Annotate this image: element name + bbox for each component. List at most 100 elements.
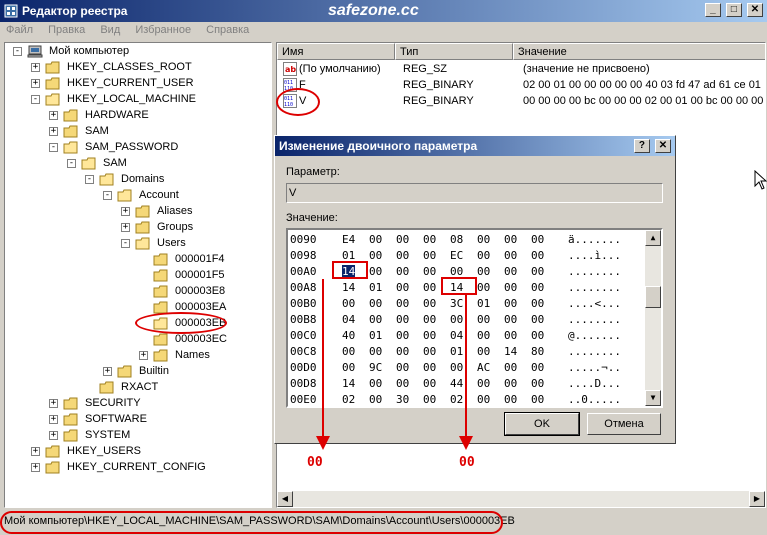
hex-byte[interactable]: 00 (450, 313, 463, 326)
close-button[interactable]: ✕ (747, 3, 763, 17)
hex-byte[interactable]: 00 (504, 313, 517, 326)
hex-byte[interactable]: 44 (450, 377, 463, 390)
scroll-down-button[interactable]: ▼ (645, 390, 661, 406)
hex-byte[interactable]: 00 (396, 313, 409, 326)
hex-byte[interactable]: 00 (396, 297, 409, 310)
menu-help[interactable]: Справка (200, 22, 255, 36)
hex-byte[interactable]: 00 (423, 297, 436, 310)
hex-byte[interactable]: 00 (504, 297, 517, 310)
hex-byte[interactable]: 30 (396, 393, 409, 406)
collapse-icon[interactable]: - (49, 143, 58, 152)
hex-byte[interactable]: 14 (342, 377, 355, 390)
hex-byte[interactable]: 00 (504, 249, 517, 262)
hex-byte[interactable]: 80 (531, 345, 544, 358)
hex-byte[interactable]: 00 (504, 281, 517, 294)
hex-byte[interactable]: 00 (342, 297, 355, 310)
registry-tree[interactable]: - Мой компьютер + HKEY_CLASSES_ROOT + HKEY_CU… (4, 42, 272, 508)
expand-icon[interactable]: + (103, 367, 112, 376)
hex-byte[interactable]: 04 (342, 313, 355, 326)
hex-byte[interactable]: 00 (504, 329, 517, 342)
hex-byte[interactable]: 00 (477, 265, 490, 278)
dialog-close-button[interactable]: ✕ (655, 139, 671, 153)
expand-icon[interactable]: + (49, 399, 58, 408)
hex-byte[interactable]: 00 (396, 233, 409, 246)
column-header-name[interactable]: Имя (277, 43, 395, 60)
hex-byte[interactable]: 00 (477, 329, 490, 342)
menu-view[interactable]: Вид (94, 22, 126, 36)
hex-byte[interactable]: 00 (477, 377, 490, 390)
expand-icon[interactable]: + (121, 207, 130, 216)
column-header-value[interactable]: Значение (513, 43, 765, 60)
hex-byte[interactable]: 01 (477, 297, 490, 310)
hex-byte[interactable]: 00 (396, 329, 409, 342)
hex-byte[interactable]: 00 (369, 233, 382, 246)
hex-byte[interactable]: 01 (369, 281, 382, 294)
hex-byte[interactable]: 00 (342, 345, 355, 358)
hex-byte[interactable]: 00 (396, 281, 409, 294)
hex-byte[interactable]: 3C (450, 297, 463, 310)
expand-icon[interactable]: + (49, 431, 58, 440)
hex-byte[interactable]: 00 (396, 249, 409, 262)
expand-icon[interactable]: + (49, 415, 58, 424)
expand-icon[interactable]: + (49, 127, 58, 136)
maximize-button[interactable]: □ (725, 3, 742, 17)
expand-icon[interactable]: + (139, 351, 148, 360)
hex-byte[interactable]: 00 (477, 249, 490, 262)
hex-byte[interactable]: 00 (504, 361, 517, 374)
scroll-left-button[interactable]: ◀ (277, 491, 293, 507)
hex-byte[interactable]: 00 (369, 393, 382, 406)
column-header-type[interactable]: Тип (395, 43, 513, 60)
hex-byte[interactable]: 00 (369, 345, 382, 358)
hex-byte[interactable]: 00 (531, 313, 544, 326)
hex-byte[interactable]: 00 (531, 297, 544, 310)
help-button[interactable]: ? (633, 139, 650, 153)
hex-byte[interactable]: 02 (450, 393, 463, 406)
expand-icon[interactable]: + (49, 111, 58, 120)
hex-byte[interactable]: 00 (450, 361, 463, 374)
hex-byte[interactable]: 00 (423, 265, 436, 278)
hex-byte[interactable]: 00 (477, 345, 490, 358)
hex-byte[interactable]: 00 (423, 281, 436, 294)
minimize-button[interactable]: _ (704, 3, 721, 17)
hex-editor[interactable]: 00E0 02 00 30 00 02 00 00 00 ..0..... 00D8 14 00 00 00… (286, 228, 663, 408)
hex-byte[interactable]: 00 (531, 361, 544, 374)
hex-byte[interactable]: 14 (504, 345, 517, 358)
hex-byte[interactable]: 00 (369, 313, 382, 326)
hex-byte[interactable]: 00 (504, 393, 517, 406)
hex-byte[interactable]: 00 (423, 233, 436, 246)
hex-byte[interactable]: 14 (342, 281, 355, 294)
hex-byte[interactable]: 00 (477, 233, 490, 246)
hex-byte[interactable]: 00 (369, 377, 382, 390)
hex-byte[interactable]: 00 (423, 329, 436, 342)
hex-byte[interactable]: 00 (531, 249, 544, 262)
hex-byte[interactable]: 00 (531, 377, 544, 390)
collapse-icon[interactable]: - (13, 47, 22, 56)
hex-byte[interactable]: 00 (342, 361, 355, 374)
collapse-icon[interactable]: - (67, 159, 76, 168)
hex-byte[interactable]: 00 (369, 249, 382, 262)
horizontal-scrollbar[interactable]: ◀ ▶ (277, 491, 765, 507)
hex-byte[interactable]: 00 (504, 265, 517, 278)
scroll-up-button[interactable]: ▲ (645, 230, 661, 246)
hex-byte[interactable]: 02 (342, 393, 355, 406)
hex-byte[interactable]: 40 (342, 329, 355, 342)
hex-byte[interactable]: 00 (423, 249, 436, 262)
hex-byte[interactable]: 00 (396, 265, 409, 278)
expand-icon[interactable]: + (31, 63, 40, 72)
hex-byte[interactable]: 00 (423, 393, 436, 406)
hex-byte[interactable]: E4 (342, 233, 355, 246)
hex-byte[interactable]: 00 (531, 281, 544, 294)
menu-file[interactable]: Файл (0, 22, 39, 36)
hex-byte[interactable]: 00 (504, 233, 517, 246)
menu-edit[interactable]: Правка (42, 22, 91, 36)
hex-byte[interactable]: 00 (396, 377, 409, 390)
hex-byte[interactable]: 00 (531, 233, 544, 246)
hex-byte[interactable]: 00 (531, 329, 544, 342)
hex-byte[interactable]: 00 (477, 313, 490, 326)
hex-byte[interactable]: 00 (423, 361, 436, 374)
ok-button[interactable]: OK (504, 412, 580, 436)
hex-byte[interactable]: 00 (531, 393, 544, 406)
hex-byte[interactable]: 00 (396, 361, 409, 374)
expand-icon[interactable]: + (31, 447, 40, 456)
collapse-icon[interactable]: - (103, 191, 112, 200)
